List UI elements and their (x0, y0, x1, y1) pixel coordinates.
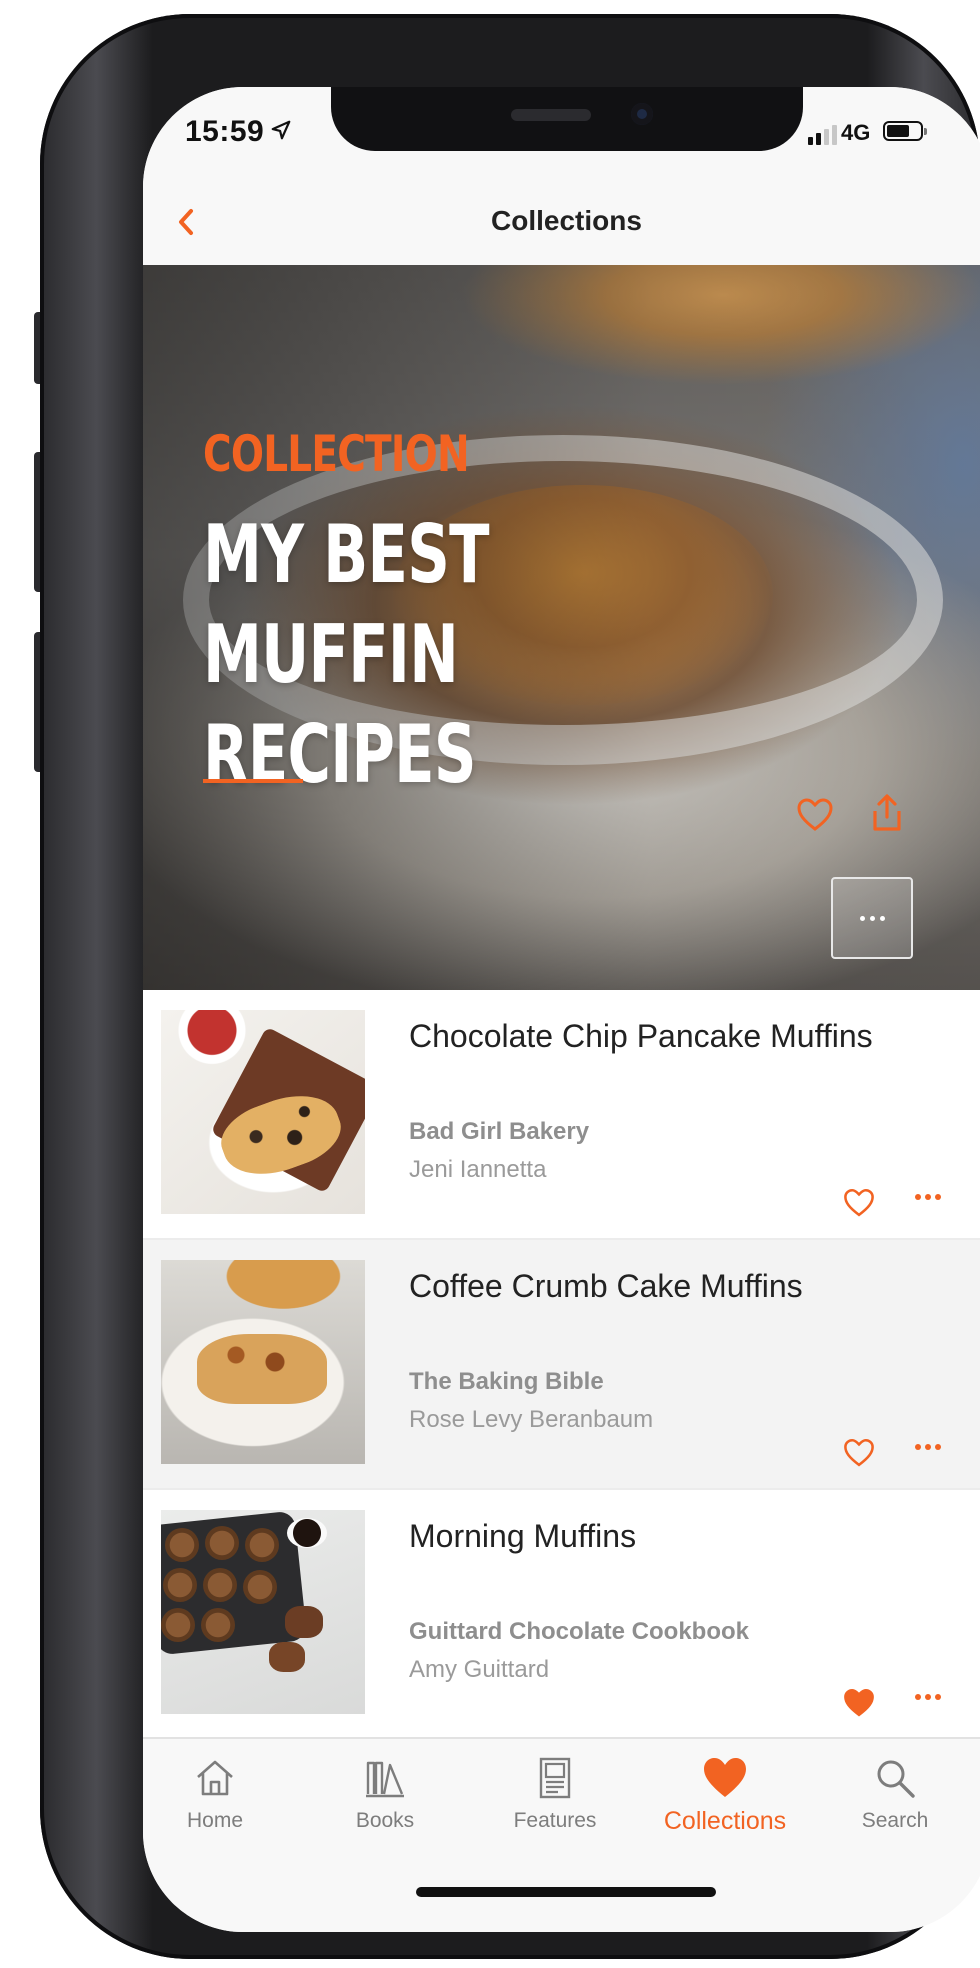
more-icon[interactable] (915, 1694, 941, 1700)
recipe-title: Morning Muffins (409, 1518, 637, 1554)
recipe-thumbnail (161, 1510, 365, 1714)
recipe-author: Rose Levy Beranbaum (409, 1406, 654, 1433)
home-indicator[interactable] (416, 1887, 716, 1897)
recipe-book: Guittard Chocolate Cookbook (409, 1618, 750, 1645)
search-icon (877, 1760, 915, 1798)
tab-bar: Home Books Features Collections Search (143, 1737, 980, 1932)
recipe-author: Amy Guittard (409, 1656, 550, 1683)
status-time-text: 15:59 (185, 115, 265, 148)
location-arrow-icon (271, 120, 291, 140)
heart-filled-icon[interactable] (841, 1686, 877, 1720)
navigation-bar: Collections (143, 177, 980, 265)
recipe-list: Chocolate Chip Pancake Muffins Bad Girl … (143, 990, 980, 1740)
title-underline (203, 779, 303, 783)
tab-books-label: Books (355, 1809, 415, 1832)
more-icon[interactable] (915, 1194, 941, 1200)
favorite-heart-icon[interactable] (795, 795, 835, 835)
share-icon[interactable] (865, 791, 909, 835)
more-options-button[interactable] (831, 877, 913, 959)
network-type: 4G (841, 120, 871, 145)
home-icon (197, 1760, 233, 1796)
tab-features[interactable]: Features (485, 1755, 625, 1833)
collection-hero: COLLECTION MY BEST MUFFIN RECIPES (143, 265, 980, 990)
collection-label: COLLECTION (203, 425, 470, 483)
recipe-book: Bad Girl Bakery (409, 1118, 590, 1145)
collection-title: MY BEST MUFFIN RECIPES (203, 508, 490, 801)
recipe-title: Chocolate Chip Pancake Muffins (409, 1018, 873, 1054)
books-icon (366, 1761, 404, 1798)
tab-books[interactable]: Books (315, 1755, 455, 1833)
heart-outline-icon[interactable] (841, 1186, 877, 1220)
more-icon[interactable] (915, 1444, 941, 1450)
status-time: 15:59 (185, 115, 292, 149)
notch (331, 87, 803, 151)
app-screen: 15:59 4G Collections COLLECTION MY BEST … (143, 87, 980, 1932)
phone-frame: 15:59 4G Collections COLLECTION MY BEST … (40, 14, 980, 1959)
heart-icon (704, 1758, 746, 1797)
battery-icon (883, 121, 927, 141)
recipe-title: Coffee Crumb Cake Muffins (409, 1268, 803, 1304)
recipe-author: Jeni Iannetta (409, 1156, 547, 1183)
tab-features-label: Features (513, 1809, 597, 1832)
recipe-thumbnail (161, 1010, 365, 1214)
features-icon (539, 1757, 571, 1799)
tab-search[interactable]: Search (825, 1755, 965, 1833)
heart-outline-icon[interactable] (841, 1436, 877, 1470)
recipe-thumbnail (161, 1260, 365, 1464)
recipe-book: The Baking Bible (409, 1368, 604, 1395)
front-camera (631, 103, 653, 125)
list-item[interactable]: Morning Muffins Guittard Chocolate Cookb… (143, 1490, 980, 1740)
tab-home[interactable]: Home (145, 1755, 285, 1833)
speaker (511, 109, 591, 121)
tab-home-label: Home (186, 1809, 244, 1832)
cellular-signal-icon (808, 125, 837, 145)
tab-search-label: Search (861, 1809, 929, 1832)
list-item[interactable]: Coffee Crumb Cake Muffins The Baking Bib… (143, 1240, 980, 1490)
list-item[interactable]: Chocolate Chip Pancake Muffins Bad Girl … (143, 990, 980, 1240)
tab-collections[interactable]: Collections (655, 1755, 795, 1836)
page-title: Collections (491, 205, 642, 236)
tab-collections-label: Collections (663, 1807, 787, 1835)
